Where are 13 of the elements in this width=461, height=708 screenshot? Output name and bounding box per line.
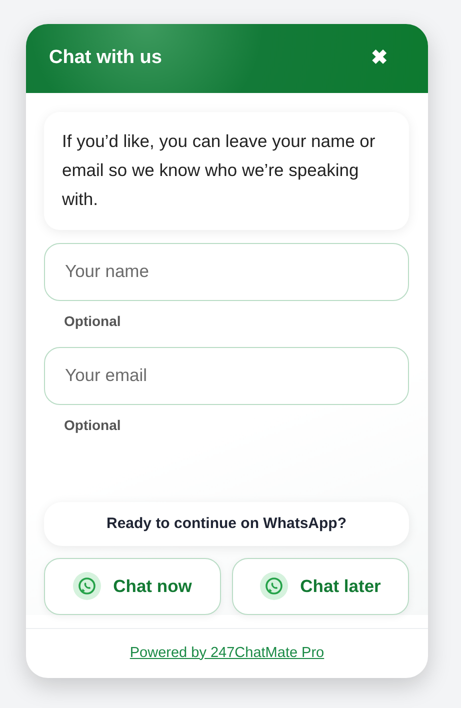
field-hint: Optional	[64, 416, 121, 435]
field-hint: Optional	[64, 312, 121, 331]
prompt-text: Ready to continue on WhatsApp?	[106, 514, 346, 534]
whatsapp-icon	[260, 572, 288, 600]
text-field[interactable]: Your name	[44, 242, 409, 301]
close-button[interactable]: ✖	[371, 48, 388, 68]
powered-by-link[interactable]: Powered by 247ChatMate Pro	[130, 642, 324, 664]
chat-button[interactable]: Chat later	[232, 558, 409, 615]
chat-button[interactable]: Chat now	[44, 558, 221, 615]
whatsapp-icon	[73, 572, 102, 600]
intro-message: If you’d like, you can leave your name or email so we know who we’re speaking with.	[44, 112, 409, 230]
chat-title: Chat with us	[49, 46, 162, 70]
text-field[interactable]: Your email	[44, 346, 409, 405]
